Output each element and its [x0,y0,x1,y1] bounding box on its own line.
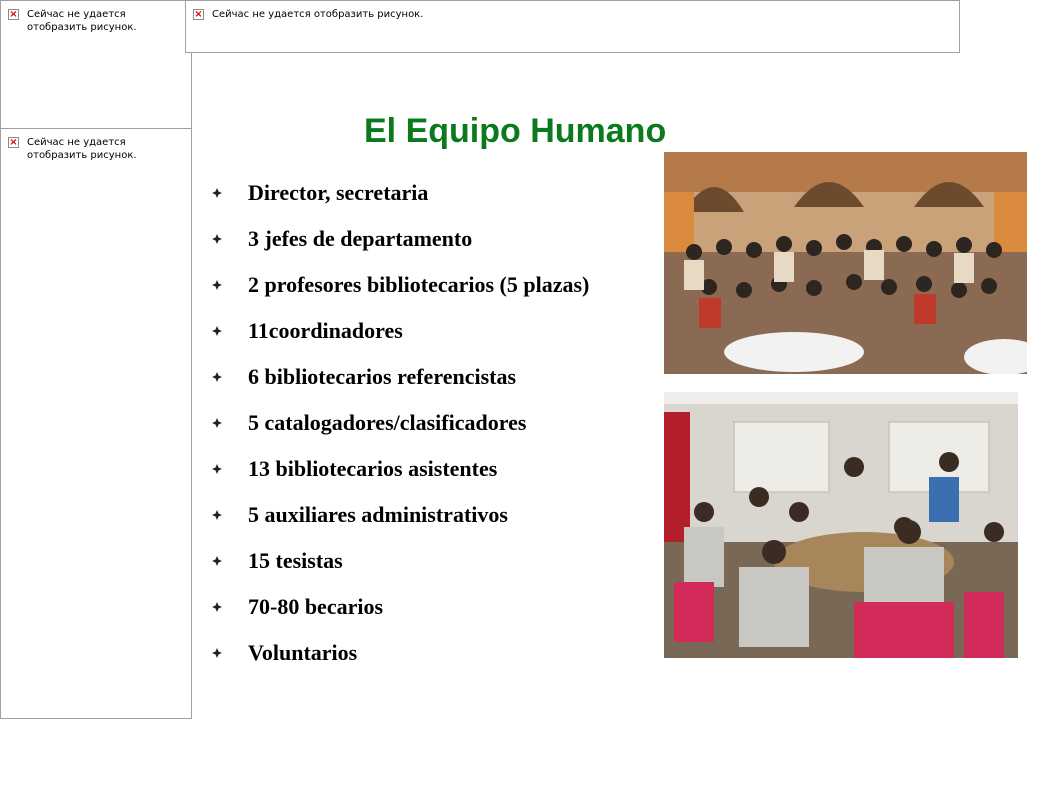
list-item-text: 13 bibliotecarios asistentes [248,456,498,481]
list-item: 11coordinadores [212,308,589,354]
diamond-bullet-icon [212,234,222,244]
list-item-text: 5 catalogadores/clasificadores [248,410,527,435]
list-item-text: 3 jefes de departamento [248,226,473,251]
diamond-bullet-icon [212,510,222,520]
list-item: 5 catalogadores/clasificadores [212,400,589,446]
list-item: 3 jefes de departamento [212,216,589,262]
placeholder-text: Сейчас не удается отобразить рисунок. [27,137,137,161]
list-item: 5 auxiliares administrativos [212,492,589,538]
list-item: Voluntarios [212,630,589,676]
group-photo [664,152,1027,374]
list-item-text: 2 profesores bibliotecarios (5 plazas) [248,272,590,297]
broken-image-placeholder-top-wide: × Сейчас не удается отобразить рисунок. [185,0,960,53]
list-item: 70-80 becarios [212,584,589,630]
team-list: Director, secretaria 3 jefes de departam… [212,170,589,676]
list-item: 6 bibliotecarios referencistas [212,354,589,400]
list-item-text: Director, secretaria [248,180,429,205]
list-item: 2 profesores bibliotecarios (5 plazas) [212,262,589,308]
broken-image-placeholder-left-tall: × Сейчас не удается отобразить рисунок. [0,128,192,719]
broken-image-icon: × [8,9,19,20]
broken-image-icon: × [8,137,19,148]
list-item-text: 11coordinadores [248,318,403,343]
list-item-text: 15 tesistas [248,548,343,573]
diamond-bullet-icon [212,418,222,428]
list-item-text: 5 auxiliares administrativos [248,502,508,527]
diamond-bullet-icon [212,280,222,290]
list-item: 15 tesistas [212,538,589,584]
diamond-bullet-icon [212,464,222,474]
meeting-photo [664,392,1018,658]
diamond-bullet-icon [212,326,222,336]
list-item: 13 bibliotecarios asistentes [212,446,589,492]
diamond-bullet-icon [212,648,222,658]
list-item-text: 70-80 becarios [248,594,384,619]
slide-title: El Equipo Humano [364,112,667,150]
placeholder-text: Сейчас не удается отобразить рисунок. [212,9,424,20]
placeholder-text: Сейчас не удается отобразить рисунок. [27,9,137,33]
list-item-text: 6 bibliotecarios referencistas [248,364,517,389]
broken-image-placeholder-left-top: × Сейчас не удается отобразить рисунок. [0,0,192,129]
diamond-bullet-icon [212,602,222,612]
diamond-bullet-icon [212,556,222,566]
list-item: Director, secretaria [212,170,589,216]
broken-image-icon: × [193,9,204,20]
list-item-text: Voluntarios [248,640,358,665]
diamond-bullet-icon [212,372,222,382]
diamond-bullet-icon [212,188,222,198]
